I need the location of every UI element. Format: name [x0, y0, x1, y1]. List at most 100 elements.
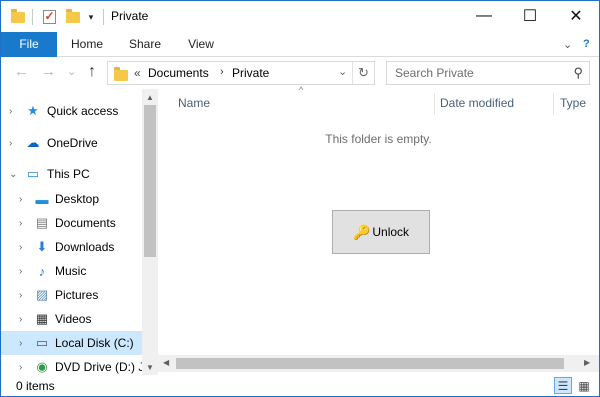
downloads-icon: ⬇ [36, 239, 48, 254]
item-count: 0 items [16, 379, 55, 393]
nav-item-label: Quick access [47, 104, 119, 118]
ribbon-expand-icon[interactable]: ⌄ [563, 38, 572, 51]
expand-icon[interactable]: › [19, 194, 22, 205]
large-icons-view-button[interactable]: ▦ [575, 377, 593, 394]
expand-icon[interactable]: › [19, 242, 22, 253]
up-button[interactable]: ↑ [88, 63, 96, 81]
column-divider[interactable] [553, 93, 554, 115]
scroll-left-icon[interactable]: ◀ [163, 358, 169, 367]
scroll-up-icon[interactable]: ▲ [146, 93, 154, 102]
music-icon: ♪ [38, 263, 46, 279]
expand-icon[interactable]: › [9, 138, 12, 149]
nav-item-label: Downloads [55, 240, 115, 254]
back-button[interactable]: ← [14, 63, 29, 80]
key-icon: 🔑 [352, 223, 371, 240]
column-header-type[interactable]: Type [560, 95, 598, 119]
collapse-icon[interactable]: ⌄ [9, 169, 17, 180]
ribbon-tabs: File Home Share View ⌄ ? [1, 32, 599, 57]
chevron-right-icon[interactable]: › [220, 66, 224, 78]
status-bar: 0 items ☰ ▦ [1, 375, 599, 396]
horizontal-scrollbar[interactable]: ◀ ▶ [158, 355, 599, 372]
expand-icon[interactable]: › [19, 338, 22, 349]
close-button[interactable]: ✕ [553, 1, 599, 31]
search-icon[interactable]: ⚲ [573, 65, 583, 81]
expand-icon[interactable]: › [9, 106, 12, 117]
nav-item-label: Local Disk (C:) [55, 336, 134, 350]
expand-icon[interactable]: › [19, 266, 22, 277]
expand-icon[interactable]: › [19, 218, 22, 229]
sort-ascending-icon: ^ [299, 85, 304, 95]
refresh-icon: ↻ [358, 65, 369, 80]
help-icon[interactable]: ? [583, 38, 590, 50]
unlock-button[interactable]: 🔑 Unlock [332, 210, 430, 254]
scrollbar-thumb[interactable] [144, 105, 156, 257]
scroll-right-icon[interactable]: ▶ [584, 358, 590, 367]
expand-icon[interactable]: › [19, 362, 22, 373]
videos-icon: ▦ [35, 311, 49, 326]
nav-item-this-pc[interactable]: ⌄ ▭ This PC [1, 162, 142, 186]
maximize-icon: ☐ [522, 8, 538, 25]
toolbar-separator [103, 9, 104, 25]
minimize-button[interactable]: — [461, 1, 507, 31]
expand-icon[interactable]: › [19, 314, 22, 325]
breadcrumb-private[interactable]: Private [232, 66, 269, 80]
breadcrumb-documents[interactable]: Documents [148, 66, 209, 80]
unlock-button-label: Unlock [372, 225, 410, 239]
nav-item-quick-access[interactable]: › ★ Quick access [1, 99, 142, 123]
pictures-icon: ▨ [35, 287, 49, 302]
refresh-button[interactable]: ↻ [352, 62, 374, 84]
column-divider[interactable] [434, 93, 435, 115]
nav-item-videos[interactable]: › ▦ Videos [1, 307, 142, 331]
address-bar[interactable]: « Documents › Private ⌄ ↻ [107, 61, 375, 85]
scroll-down-icon[interactable]: ▼ [146, 363, 154, 372]
cloud-icon: ☁ [26, 135, 40, 150]
nav-item-label: Desktop [55, 192, 100, 206]
nav-item-label: Documents [55, 216, 116, 230]
nav-item-label: OneDrive [47, 136, 98, 150]
nav-item-label: This PC [47, 167, 90, 181]
nav-item-onedrive[interactable]: › ☁ OneDrive [1, 131, 142, 155]
file-list: ^ Name Date modified Type This folder is… [158, 85, 599, 375]
documents-icon: ▤ [35, 215, 49, 230]
details-view-icon: ☰ [557, 378, 569, 393]
search-input[interactable] [387, 62, 563, 84]
address-overflow-icon[interactable]: « [134, 66, 141, 80]
address-dropdown-icon[interactable]: ⌄ [338, 65, 347, 78]
search-box: ⚲ [386, 61, 590, 85]
nav-item-downloads[interactable]: › ⬇ Downloads [1, 235, 142, 259]
nav-item-label: Videos [55, 312, 92, 326]
tab-share[interactable]: Share [119, 32, 171, 57]
details-view-button[interactable]: ☰ [554, 377, 572, 394]
scrollbar-thumb[interactable] [176, 358, 564, 369]
navigation-pane: › ★ Quick access › ☁ OneDrive ⌄ ▭ This P… [1, 89, 158, 375]
nav-item-local-disk[interactable]: › ▭ Local Disk (C:) [1, 331, 142, 355]
properties-icon[interactable] [41, 8, 57, 26]
tab-home[interactable]: Home [61, 32, 113, 57]
recent-locations-button[interactable]: ⌄ [67, 65, 76, 78]
nav-item-label: Music [55, 264, 87, 278]
minimize-icon: — [476, 7, 492, 24]
empty-folder-message: This folder is empty. [325, 132, 432, 146]
nav-item-pictures[interactable]: › ▨ Pictures [1, 283, 142, 307]
nav-item-label: DVD Drive (D:) J_ [55, 360, 152, 374]
column-header-name[interactable]: Name [178, 95, 434, 119]
explorer-window: ▾ Private — ☐ ✕ File Home Share View ⌄ ?… [0, 0, 600, 397]
maximize-button[interactable]: ☐ [507, 1, 553, 31]
forward-button[interactable]: → [41, 63, 56, 80]
local-disk-icon: ▭ [35, 335, 49, 350]
expand-icon[interactable]: › [19, 290, 22, 301]
nav-item-documents[interactable]: › ▤ Documents [1, 211, 142, 235]
customize-dropdown-icon[interactable]: ▾ [85, 8, 97, 26]
title-bar: ▾ Private — ☐ ✕ [1, 1, 599, 32]
tab-view[interactable]: View [176, 32, 226, 57]
nav-item-music[interactable]: › ♪ Music [1, 259, 142, 283]
nav-item-desktop[interactable]: › ▬ Desktop [1, 187, 142, 211]
toolbar-separator [32, 9, 33, 25]
column-header-date-modified[interactable]: Date modified [440, 95, 552, 119]
nav-item-dvd-drive[interactable]: › ◉ DVD Drive (D:) J_ [1, 355, 151, 375]
new-folder-icon[interactable] [65, 8, 81, 26]
tab-file[interactable]: File [1, 32, 57, 57]
window-title: Private [111, 9, 149, 23]
nav-item-label: Pictures [55, 288, 99, 302]
nav-pane-scrollbar[interactable]: ▲ ▼ [142, 89, 158, 375]
